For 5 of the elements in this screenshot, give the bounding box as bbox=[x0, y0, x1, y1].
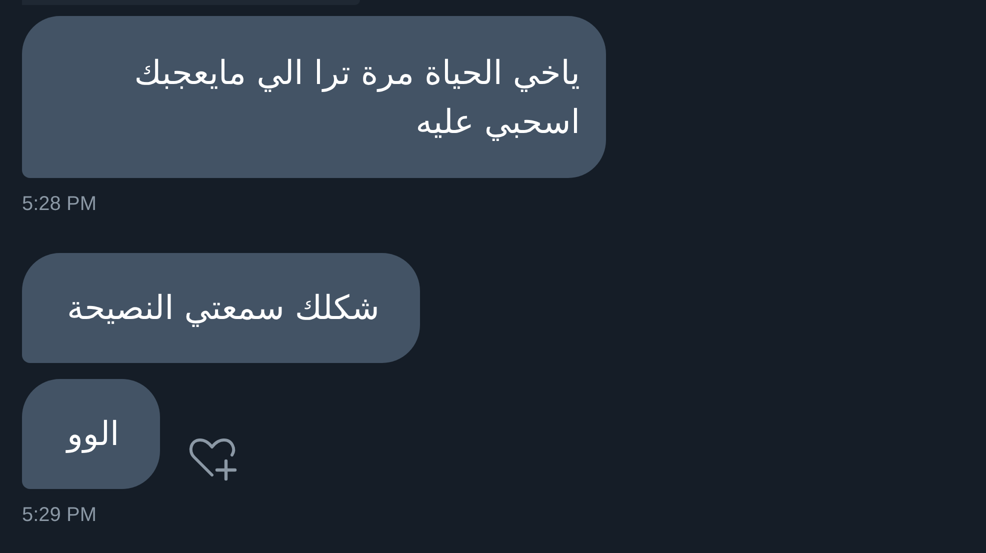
message-bubble: الوو bbox=[22, 379, 160, 489]
timestamp: 5:28 PM bbox=[22, 192, 96, 216]
message-bubble: شكلك سمعتي النصيحة bbox=[22, 253, 420, 363]
message-bubble: ياخي الحياة مرة ترا الي مايعجبك اسحبي عليه bbox=[22, 16, 606, 178]
timestamp: 5:29 PM bbox=[22, 503, 96, 527]
